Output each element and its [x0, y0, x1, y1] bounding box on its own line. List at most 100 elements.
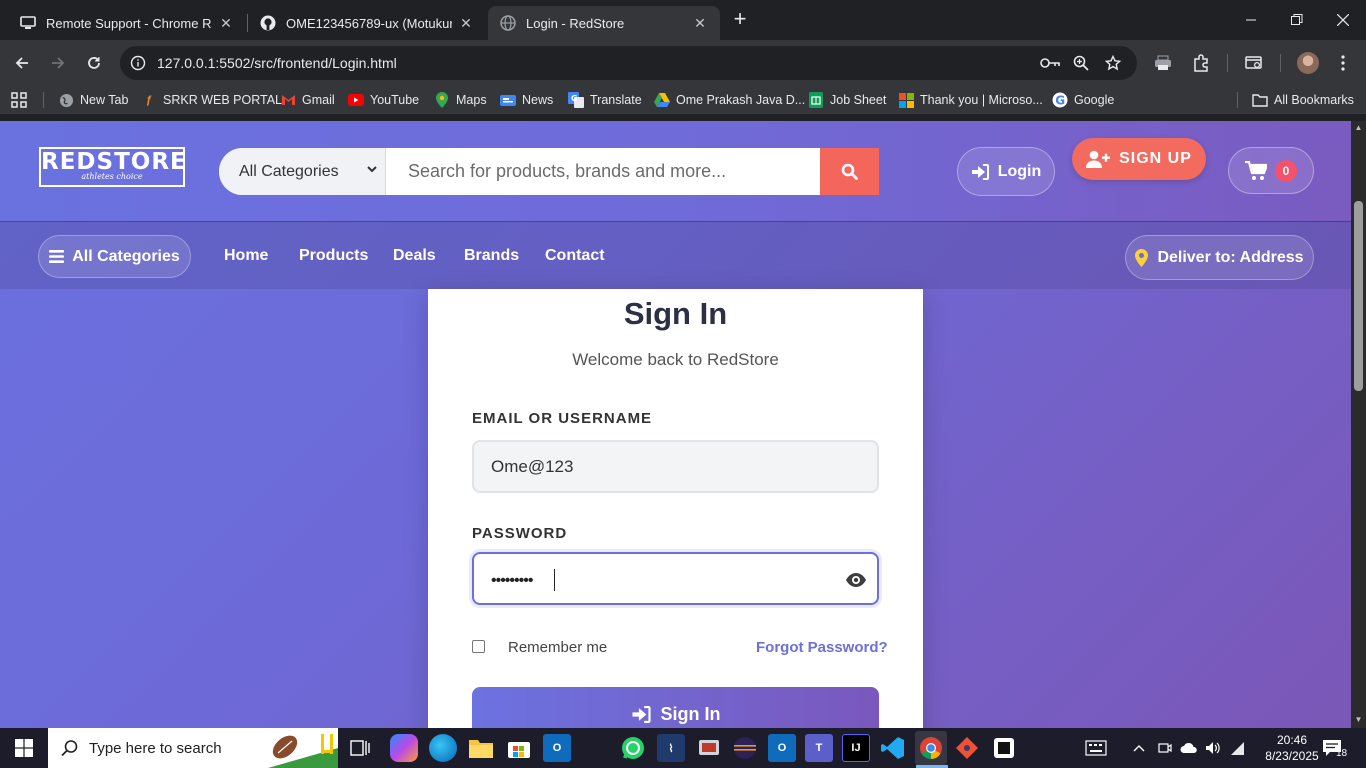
bookmark-star-icon[interactable] — [1103, 53, 1123, 73]
all-bookmarks-folder[interactable]: All Bookmarks — [1252, 91, 1354, 109]
microsoft-store-icon[interactable] — [505, 734, 533, 762]
password-mask: ••••••••• — [491, 572, 533, 589]
redstore-logo[interactable]: REDSTORE athletes choice — [39, 147, 186, 187]
bookmark-youtube[interactable]: YouTube — [348, 91, 419, 109]
tab-login-redstore[interactable]: Login - RedStore ✕ — [488, 6, 720, 40]
meet-now-icon[interactable] — [1158, 728, 1172, 768]
task-view-icon[interactable] — [346, 734, 374, 762]
back-arrow-icon[interactable] — [10, 51, 34, 75]
remember-me-label[interactable]: Remember me — [508, 639, 607, 656]
tab-remote-support[interactable]: Remote Support - Chrome Rem ✕ — [8, 6, 246, 40]
onedrive-cloud-icon[interactable] — [1180, 728, 1198, 768]
hamburger-menu-icon — [49, 250, 65, 263]
login-button[interactable]: Login — [957, 147, 1055, 196]
close-tab-icon[interactable]: ✕ — [692, 15, 708, 32]
minimize-icon[interactable] — [1228, 0, 1274, 40]
vscode-icon[interactable] — [879, 734, 907, 762]
copilot-icon[interactable] — [390, 734, 418, 762]
volume-speaker-icon[interactable] — [1205, 728, 1221, 768]
nav-link-brands[interactable]: Brands — [464, 247, 519, 265]
tab-title: Login - RedStore — [526, 15, 625, 31]
deliver-address-button[interactable]: Deliver to: Address — [1125, 235, 1314, 280]
network-app-icon[interactable]: ⌇ — [657, 734, 685, 762]
forward-arrow-icon[interactable] — [46, 51, 70, 75]
wifi-signal-icon[interactable] — [1230, 728, 1246, 768]
sign-in-button[interactable]: Sign In — [472, 687, 879, 728]
remote-desktop-icon[interactable] — [695, 734, 723, 762]
eye-toggle-icon[interactable] — [845, 571, 867, 589]
scroll-down-arrow-icon[interactable]: ▼ — [1354, 716, 1363, 724]
bookmark-new-tab[interactable]: New Tab — [58, 91, 128, 109]
notification-center-icon[interactable]: 18 — [1322, 728, 1347, 768]
file-explorer-icon[interactable] — [467, 734, 495, 762]
password-field[interactable] — [472, 552, 879, 605]
sign-in-label: Sign In — [660, 703, 721, 724]
terminal-app-icon[interactable] — [990, 734, 1018, 762]
forgot-password-link[interactable]: Forgot Password? — [756, 639, 888, 656]
location-pin-icon — [1135, 248, 1149, 267]
keyboard-layout-icon[interactable] — [1085, 728, 1107, 768]
git-app-icon[interactable] — [953, 734, 981, 762]
bookmark-google[interactable]: G Google — [1052, 91, 1114, 109]
nav-link-home[interactable]: Home — [224, 247, 268, 265]
bookmark-news[interactable]: News — [500, 91, 553, 109]
search-input[interactable] — [386, 148, 820, 195]
bookmark-label: Google — [1074, 93, 1115, 107]
whatsapp-icon[interactable] — [619, 734, 647, 762]
bookmark-ome-prakash-java[interactable]: Ome Prakash Java D... — [654, 91, 805, 109]
menu-kebab-icon[interactable] — [1331, 51, 1355, 75]
all-categories-button[interactable]: All Categories — [38, 235, 191, 278]
url-text: 127.0.0.1:5502/src/frontend/Login.html — [157, 55, 397, 71]
news-icon — [500, 92, 516, 108]
nav-link-contact[interactable]: Contact — [545, 247, 605, 265]
sign-in-icon — [632, 705, 651, 723]
close-tab-icon[interactable]: ✕ — [458, 15, 474, 32]
reload-icon[interactable] — [82, 51, 106, 75]
eclipse-icon[interactable] — [731, 734, 759, 762]
outlook-icon[interactable]: O — [543, 734, 571, 762]
intellij-icon[interactable]: IJ — [842, 734, 870, 762]
clock-date: 8/23/2025 — [1265, 749, 1319, 763]
taskbar-search-box[interactable]: Type here to search — [48, 728, 338, 768]
restore-icon[interactable] — [1274, 0, 1320, 40]
bookmark-maps[interactable]: Maps — [434, 91, 487, 109]
tab-github[interactable]: OME123456789-ux (Motukuri O ✕ — [248, 6, 486, 40]
email-field[interactable] — [472, 440, 879, 493]
new-tab-button[interactable]: + — [728, 8, 752, 32]
bookmark-gmail[interactable]: Gmail — [280, 91, 335, 109]
search-icon — [61, 740, 78, 757]
show-hidden-icons-chevron-icon[interactable] — [1133, 728, 1145, 768]
password-key-icon[interactable] — [1040, 53, 1060, 73]
windows-start-icon[interactable] — [0, 728, 48, 768]
apps-grid-icon[interactable] — [11, 91, 27, 109]
search-button[interactable] — [820, 148, 879, 195]
taskbar-clock[interactable]: 20:46 8/23/2025 — [1262, 732, 1322, 764]
address-bar[interactable]: 127.0.0.1:5502/src/frontend/Login.html — [120, 46, 1137, 80]
category-select[interactable]: All Categories — [219, 148, 386, 195]
bookmark-job-sheet[interactable]: Job Sheet — [808, 91, 886, 109]
scrollbar-thumb[interactable] — [1354, 201, 1363, 391]
cart-button[interactable]: 0 — [1228, 147, 1314, 194]
bookmark-translate[interactable]: G Translate — [568, 91, 642, 109]
edge-browser-icon[interactable] — [429, 734, 457, 762]
printer-icon[interactable] — [1151, 51, 1175, 75]
close-tab-icon[interactable]: ✕ — [218, 15, 234, 32]
bookmark-thank-you-microsoft[interactable]: Thank you | Microso... — [898, 91, 1043, 109]
remember-me-checkbox[interactable] — [472, 640, 485, 653]
chrome-taskbar-icon[interactable] — [915, 731, 947, 765]
close-window-icon[interactable] — [1320, 0, 1366, 40]
profile-avatar[interactable] — [1297, 52, 1319, 74]
outlook-new-icon[interactable]: O — [768, 734, 796, 762]
page-scrollbar[interactable]: ▲ ▼ — [1351, 121, 1366, 728]
tab-search-icon[interactable] — [1242, 51, 1266, 75]
scroll-up-arrow-icon[interactable]: ▲ — [1354, 124, 1363, 132]
teams-icon[interactable]: T — [805, 734, 833, 762]
bookmarks-bar: New Tab ƒ SRKR WEB PORTAL Gmail YouTube … — [0, 86, 1366, 114]
site-info-icon[interactable] — [128, 53, 148, 73]
extensions-puzzle-icon[interactable] — [1189, 51, 1213, 75]
bookmark-srkr-web-portal[interactable]: ƒ SRKR WEB PORTAL — [141, 91, 282, 109]
nav-link-deals[interactable]: Deals — [393, 247, 436, 265]
nav-link-products[interactable]: Products — [299, 247, 368, 265]
zoom-icon[interactable] — [1071, 53, 1091, 73]
signup-button[interactable]: SIGN UP — [1072, 138, 1206, 180]
